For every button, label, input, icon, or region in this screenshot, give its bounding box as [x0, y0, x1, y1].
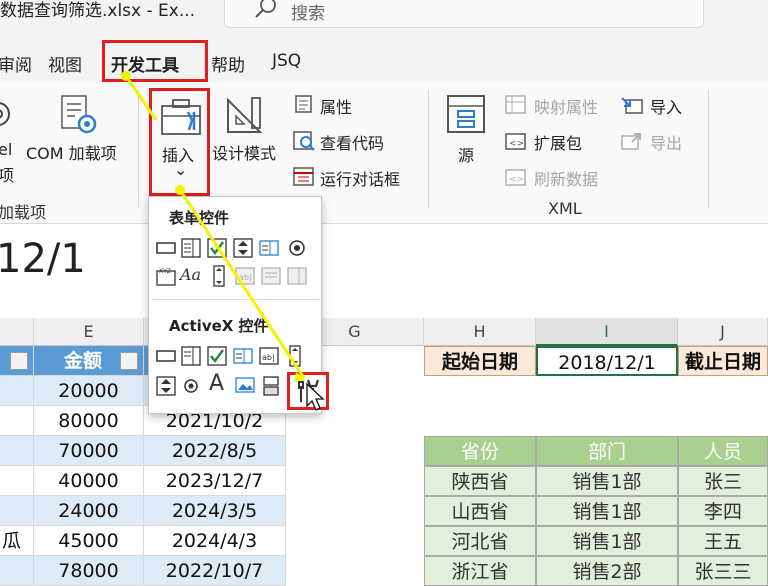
excel-window: 数据查询筛选.xlsx - Ex... 搜索 审阅 视图 开发工具 帮助 JSQ…: [0, 0, 768, 586]
mouse-cursor-icon: [306, 382, 325, 411]
arrow-start-dot-2: [175, 185, 185, 195]
arrow-start-dot: [121, 71, 131, 81]
annotation-overlay: [121, 71, 325, 411]
arrow-line-1: [124, 75, 158, 121]
arrow-line-2: [178, 189, 306, 379]
